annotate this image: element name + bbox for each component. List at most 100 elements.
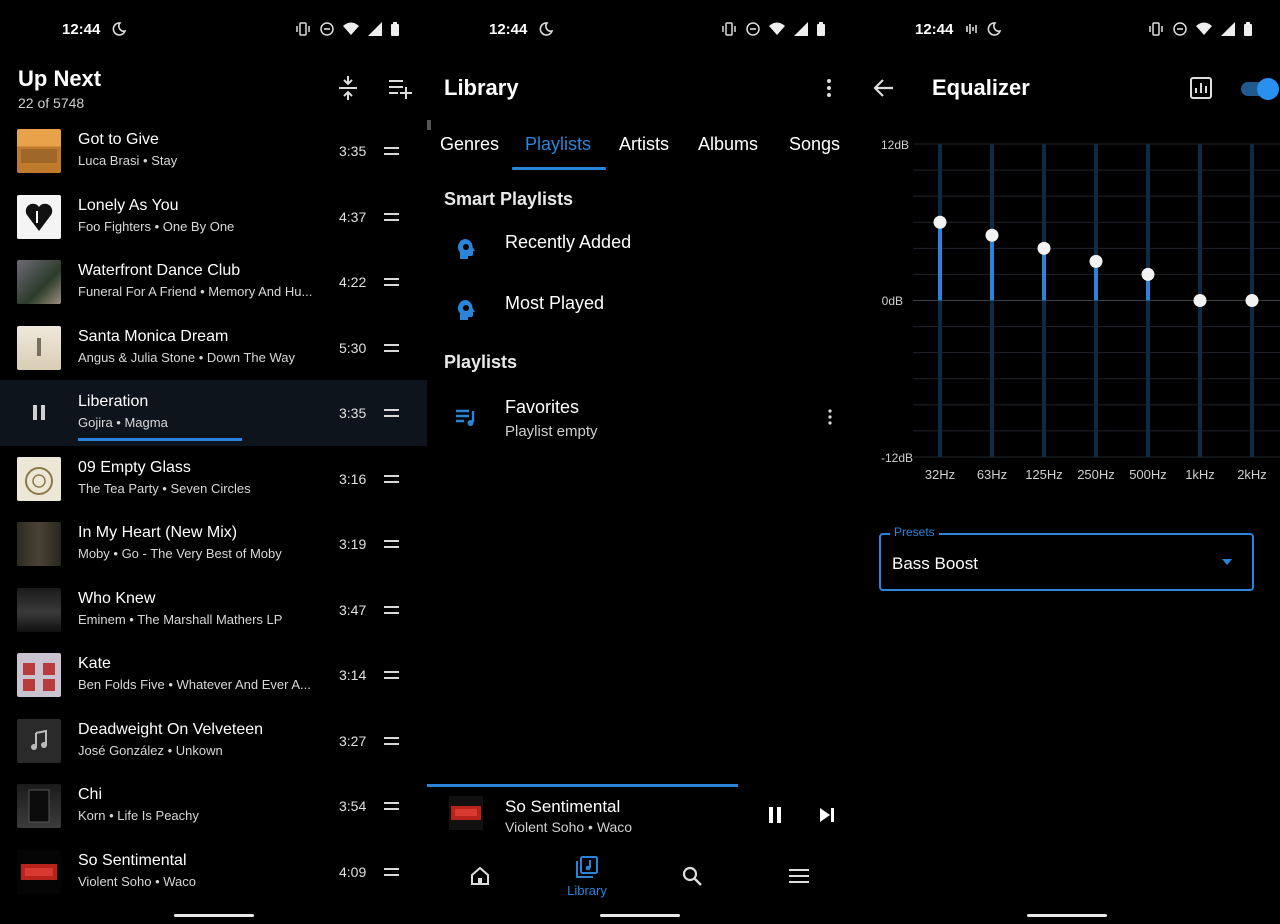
track-duration: 3:47 bbox=[339, 601, 367, 618]
drag-handle-icon[interactable] bbox=[384, 147, 399, 155]
more-vert-icon[interactable] bbox=[827, 409, 833, 425]
drag-handle-icon[interactable] bbox=[384, 540, 399, 548]
wifi-icon bbox=[1196, 22, 1212, 35]
list-item[interactable]: Got to Give Luca Brasi • Stay 3:35 bbox=[0, 118, 427, 184]
now-playing-album-art[interactable] bbox=[449, 796, 483, 830]
equalizer-toggle[interactable] bbox=[1239, 78, 1279, 100]
tab-playlists[interactable]: Playlists bbox=[525, 134, 591, 155]
vibrate-icon bbox=[296, 22, 310, 36]
band-slider-knob[interactable] bbox=[1037, 241, 1051, 255]
signal-icon bbox=[794, 22, 808, 36]
band-slider-knob[interactable] bbox=[1245, 294, 1259, 307]
playlist-recently-added[interactable]: Recently Added bbox=[427, 222, 853, 278]
drag-handle-icon[interactable] bbox=[384, 212, 399, 221]
tab-songs[interactable]: Songs bbox=[789, 134, 840, 155]
band-slider-knob[interactable] bbox=[1193, 294, 1207, 307]
status-right-icons bbox=[295, 22, 399, 36]
tab-indicator bbox=[512, 167, 606, 170]
collapse-icon[interactable] bbox=[336, 74, 360, 102]
back-arrow-icon[interactable] bbox=[873, 77, 895, 99]
tab-albums[interactable]: Albums bbox=[698, 134, 758, 155]
drag-handle-icon[interactable] bbox=[384, 671, 399, 679]
drag-handle-icon[interactable] bbox=[384, 605, 399, 614]
album-art bbox=[17, 522, 61, 566]
track-subtitle: Foo Fighters • One By One bbox=[78, 218, 235, 234]
album-art bbox=[17, 849, 61, 894]
equalizer-panel: 12:44 Equalizer 12dB 0dB -12dB 32Hz 63Hz 1… bbox=[853, 0, 1280, 924]
tab-artists[interactable]: Artists bbox=[619, 134, 669, 155]
bar-chart-icon[interactable] bbox=[1189, 76, 1213, 100]
track-title: Who Knew bbox=[78, 589, 156, 607]
album-art bbox=[17, 587, 61, 632]
list-item-now-playing[interactable]: Liberation Gojira • Magma 3:35 bbox=[0, 380, 427, 446]
now-playing-progress-bar bbox=[427, 784, 738, 787]
band-level-bar bbox=[990, 235, 994, 301]
list-item[interactable]: Lonely As You Foo Fighters • One By One … bbox=[0, 184, 427, 250]
list-item[interactable]: Waterfront Dance Club Funeral For A Frie… bbox=[0, 249, 427, 315]
pause-icon[interactable] bbox=[33, 405, 45, 420]
nav-home[interactable] bbox=[440, 850, 520, 906]
now-playing-title[interactable]: So Sentimental bbox=[505, 797, 620, 817]
smart-playlist-icon bbox=[457, 300, 475, 320]
drag-handle-icon[interactable] bbox=[384, 278, 399, 286]
band-frequency-label: 2kHz bbox=[1237, 467, 1267, 482]
add-to-playlist-icon[interactable] bbox=[387, 76, 413, 100]
section-heading-smart-playlists: Smart Playlists bbox=[444, 189, 574, 209]
list-item[interactable]: Who Knew Eminem • The Marshall Mathers L… bbox=[0, 577, 427, 643]
playlist-icon bbox=[456, 409, 475, 426]
tab-genres[interactable]: Genres bbox=[440, 134, 499, 155]
drag-handle-icon[interactable] bbox=[384, 343, 399, 352]
list-item[interactable]: Kate Ben Folds Five • Whatever And Ever … bbox=[0, 642, 427, 708]
drag-handle-icon[interactable] bbox=[384, 736, 399, 745]
y-axis-max-label: 12dB bbox=[881, 138, 909, 152]
list-item[interactable]: So Sentimental Violent Soho • Waco 4:09 bbox=[0, 839, 427, 905]
list-item[interactable]: Deadweight On Velveteen José González • … bbox=[0, 708, 427, 774]
skip-next-icon[interactable] bbox=[819, 806, 835, 824]
drag-handle-icon[interactable] bbox=[384, 474, 399, 483]
presets-dropdown[interactable]: Presets Bass Boost bbox=[879, 525, 1254, 591]
band-slider-knob[interactable] bbox=[985, 228, 999, 242]
track-subtitle: The Tea Party • Seven Circles bbox=[78, 480, 251, 496]
nav-library[interactable]: Library bbox=[547, 850, 627, 906]
status-time: 12:44 bbox=[915, 21, 954, 38]
audio-waveform-icon bbox=[966, 24, 977, 34]
track-duration: 3:35 bbox=[339, 143, 367, 159]
drag-handle-icon[interactable] bbox=[384, 802, 399, 810]
band-slider-knob[interactable] bbox=[1089, 254, 1103, 268]
home-indicator[interactable] bbox=[173, 914, 254, 917]
track-title: 09 Empty Glass bbox=[78, 458, 191, 476]
section-heading-playlists: Playlists bbox=[444, 352, 518, 372]
list-item[interactable]: 09 Empty Glass The Tea Party • Seven Cir… bbox=[0, 446, 427, 512]
more-vert-icon[interactable] bbox=[825, 78, 833, 98]
battery-icon bbox=[1244, 22, 1252, 36]
page-title: Library bbox=[444, 75, 519, 100]
scroll-indicator bbox=[427, 120, 431, 130]
library-panel: 12:44 Library Genres Playlists Artists A… bbox=[427, 0, 853, 924]
playlist-most-played[interactable]: Most Played bbox=[427, 283, 853, 339]
dnd-icon bbox=[1173, 22, 1187, 36]
list-item[interactable]: Santa Monica Dream Angus & Julia Stone •… bbox=[0, 315, 427, 381]
nav-search[interactable] bbox=[653, 850, 733, 906]
album-art bbox=[17, 653, 61, 697]
nav-menu[interactable] bbox=[760, 850, 840, 906]
album-art bbox=[17, 456, 61, 501]
status-left-icons bbox=[539, 22, 553, 36]
home-indicator[interactable] bbox=[600, 914, 680, 917]
track-duration: 3:14 bbox=[339, 667, 367, 683]
band-slider-knob[interactable] bbox=[1141, 267, 1155, 281]
home-indicator[interactable] bbox=[1026, 914, 1107, 917]
pause-icon[interactable] bbox=[767, 806, 783, 824]
band-slider-knob[interactable] bbox=[933, 215, 947, 229]
list-item[interactable]: In My Heart (New Mix) Moby • Go - The Ve… bbox=[0, 511, 427, 577]
drag-handle-icon[interactable] bbox=[384, 409, 399, 417]
now-playing-subtitle: Violent Soho • Waco bbox=[505, 819, 633, 835]
drag-handle-icon[interactable] bbox=[384, 867, 399, 876]
band-frequency-label: 125Hz bbox=[1025, 467, 1063, 482]
list-item[interactable]: Chi Korn • Life Is Peachy 3:54 bbox=[0, 773, 427, 839]
wifi-icon bbox=[769, 22, 785, 35]
playlist-favorites[interactable]: Favorites Playlist empty bbox=[427, 392, 853, 448]
toggle-knob bbox=[1257, 78, 1279, 100]
album-art bbox=[17, 784, 61, 828]
queue-position: 22 of 5748 bbox=[18, 95, 85, 111]
track-duration: 3:27 bbox=[339, 732, 367, 749]
